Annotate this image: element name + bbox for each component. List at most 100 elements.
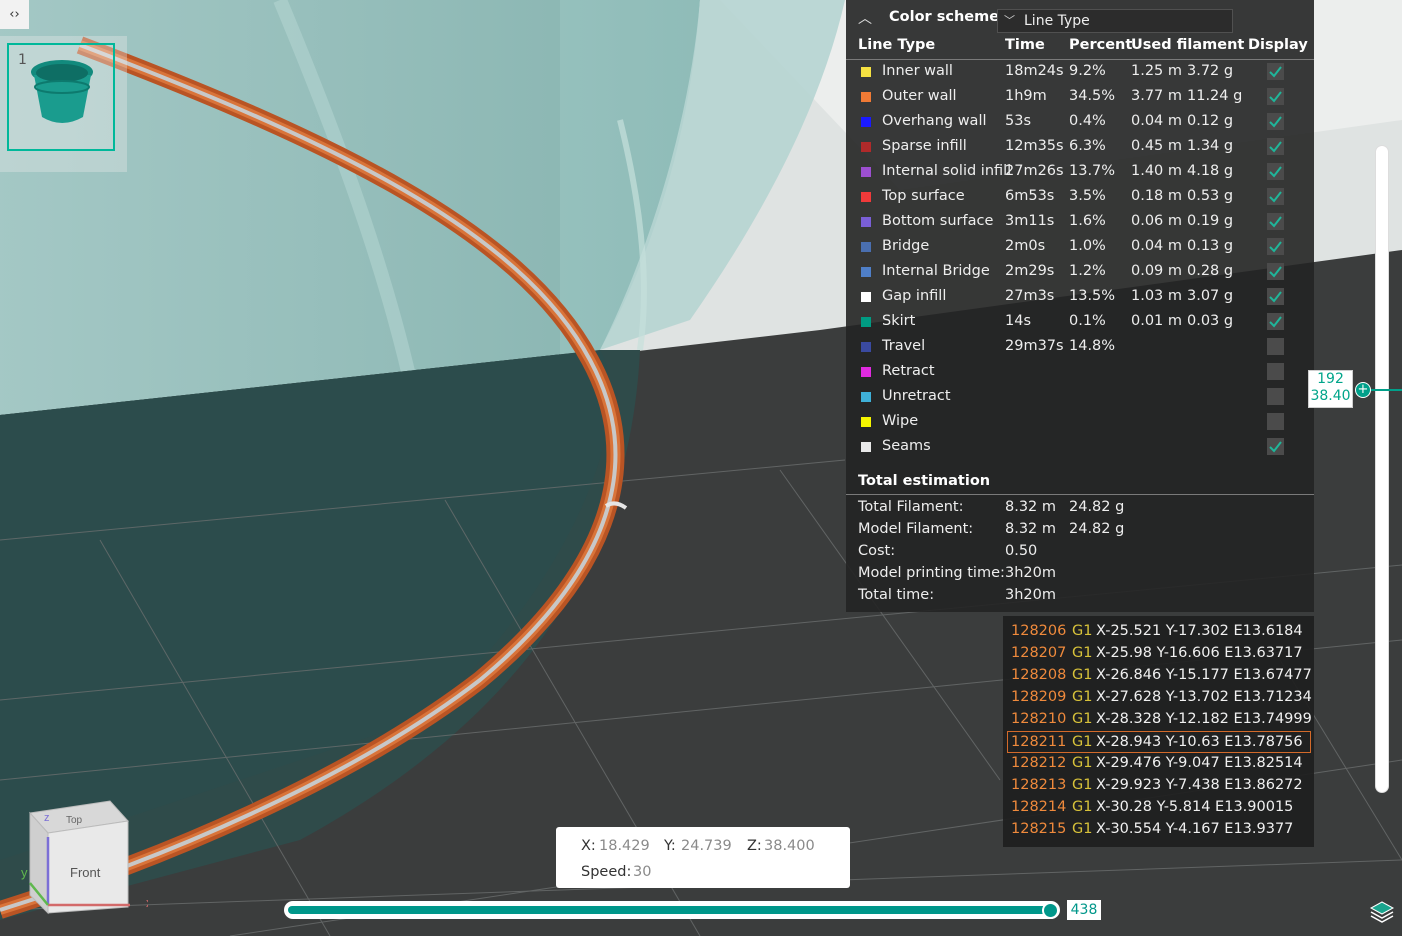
plate-thumbnail[interactable]: 1	[7, 43, 115, 151]
move-slider[interactable]	[284, 901, 1060, 919]
total-label: Model Filament:	[858, 521, 974, 537]
gcode-line[interactable]: 128209 G1 X-27.628 Y-13.702 E13.71234	[1003, 687, 1314, 709]
gcode-command: G1	[1072, 799, 1093, 815]
display-checkbox[interactable]	[1267, 288, 1284, 305]
gcode-line-number: 128214	[1011, 799, 1067, 815]
check-icon	[1269, 216, 1282, 228]
cube-top-label: Top	[66, 815, 83, 826]
view-cube[interactable]: Top Front z x y	[18, 795, 148, 920]
display-checkbox[interactable]	[1267, 163, 1284, 180]
line-type-name: Bottom surface	[882, 213, 994, 229]
display-checkbox[interactable]	[1267, 188, 1284, 205]
gcode-arguments: X-30.28 Y-5.814 E13.90015	[1096, 799, 1294, 815]
move-slider-fill	[288, 906, 1050, 914]
display-checkbox[interactable]	[1267, 113, 1284, 130]
percent-value: 1.0%	[1069, 238, 1106, 254]
line-type-name: Bridge	[882, 238, 930, 254]
layer-slider-handle[interactable]: +	[1355, 382, 1371, 398]
gcode-line[interactable]: 128214 G1 X-30.28 Y-5.814 E13.90015	[1003, 797, 1314, 819]
legend-row: Internal Bridge 2m29s 1.2% 0.09 m 0.28 g	[846, 260, 1314, 285]
color-scheme-select[interactable]: ﹀ Line Type	[997, 9, 1233, 33]
gcode-line[interactable]: 128208 G1 X-26.846 Y-15.177 E13.67477	[1003, 665, 1314, 687]
legend-row: Outer wall 1h9m 34.5% 3.77 m 11.24 g	[846, 85, 1314, 110]
color-swatch	[861, 317, 871, 327]
y-label: Y:	[664, 838, 676, 854]
collapse-toggle-icon[interactable]: ‹›	[0, 0, 29, 29]
gcode-command: G1	[1072, 645, 1093, 661]
display-checkbox[interactable]	[1267, 438, 1284, 455]
totals-divider	[846, 494, 1314, 495]
total-row: Model Filament: 8.32 m 24.82 g	[846, 521, 1314, 543]
legend-title: Color scheme	[889, 9, 1000, 25]
display-checkbox[interactable]	[1267, 338, 1284, 355]
check-icon	[1269, 441, 1282, 453]
gcode-line[interactable]: 128213 G1 X-29.923 Y-7.438 E13.86272	[1003, 775, 1314, 797]
display-checkbox[interactable]	[1267, 138, 1284, 155]
filament-meters: 1.40 m	[1131, 163, 1183, 179]
gcode-line-number: 128212	[1011, 755, 1067, 771]
display-checkbox[interactable]	[1267, 363, 1284, 380]
display-checkbox[interactable]	[1267, 63, 1284, 80]
header-time: Time	[1005, 37, 1045, 53]
time-value: 2m29s	[1005, 263, 1055, 279]
gcode-line[interactable]: 128210 G1 X-28.328 Y-12.182 E13.74999	[1003, 709, 1314, 731]
total-label: Model printing time:	[858, 565, 1005, 581]
color-swatch	[861, 192, 871, 202]
y-value: 24.739	[681, 838, 732, 854]
gcode-command: G1	[1072, 777, 1093, 793]
gcode-command: G1	[1072, 623, 1093, 639]
legend-row: Top surface 6m53s 3.5% 0.18 m 0.53 g	[846, 185, 1314, 210]
color-swatch	[861, 292, 871, 302]
filament-meters: 0.04 m	[1131, 113, 1183, 129]
gcode-command: G1	[1072, 667, 1093, 683]
header-line-type: Line Type	[858, 37, 936, 53]
chevron-down-icon: ﹀	[1004, 14, 1015, 27]
percent-value: 34.5%	[1069, 88, 1116, 104]
gcode-viewer[interactable]: 128206 G1 X-25.521 Y-17.302 E13.6184 128207…	[1003, 616, 1314, 847]
filament-grams: 11.24 g	[1187, 88, 1243, 104]
gcode-line[interactable]: 128206 G1 X-25.521 Y-17.302 E13.6184	[1003, 621, 1314, 643]
gcode-line[interactable]: 128207 G1 X-25.98 Y-16.606 E13.63717	[1003, 643, 1314, 665]
layers-icon[interactable]	[1369, 898, 1395, 924]
legend-row: Bottom surface 3m11s 1.6% 0.06 m 0.19 g	[846, 210, 1314, 235]
filament-meters: 0.01 m	[1131, 313, 1183, 329]
check-icon	[1269, 166, 1282, 178]
display-checkbox[interactable]	[1267, 313, 1284, 330]
header-used-filament: Used filament	[1131, 37, 1245, 53]
display-checkbox[interactable]	[1267, 263, 1284, 280]
legend-row: Overhang wall 53s 0.4% 0.04 m 0.12 g	[846, 110, 1314, 135]
gcode-command: G1	[1072, 689, 1093, 705]
layer-slider[interactable]	[1375, 145, 1389, 793]
collapse-chevron-icon[interactable]: ︿	[858, 8, 872, 28]
gcode-line[interactable]: 128212 G1 X-29.476 Y-9.047 E13.82514	[1003, 753, 1314, 775]
header-percent: Percent	[1069, 37, 1133, 53]
filament-grams: 0.53 g	[1187, 188, 1234, 204]
speed-label: Speed:	[581, 864, 632, 880]
time-value: 3m11s	[1005, 213, 1055, 229]
z-axis-label: z	[44, 812, 50, 824]
time-value: 12m35s	[1005, 138, 1064, 154]
plate-number: 1	[18, 52, 27, 68]
gcode-line[interactable]: 128215 G1 X-30.554 Y-4.167 E13.9377	[1003, 819, 1314, 841]
filament-meters: 3.77 m	[1131, 88, 1183, 104]
display-checkbox[interactable]	[1267, 238, 1284, 255]
gcode-arguments: X-28.328 Y-12.182 E13.74999	[1096, 711, 1312, 727]
color-swatch	[861, 217, 871, 227]
total-value: 8.32 m	[1005, 499, 1057, 515]
legend-row: Internal solid infill 27m26s 13.7% 1.40 m 4.…	[846, 160, 1314, 185]
z-label: Z:	[747, 838, 762, 854]
total-extra: 24.82 g	[1069, 499, 1125, 515]
display-checkbox[interactable]	[1267, 88, 1284, 105]
gcode-line-number: 128213	[1011, 777, 1067, 793]
gcode-arguments: X-27.628 Y-13.702 E13.71234	[1096, 689, 1312, 705]
display-checkbox[interactable]	[1267, 388, 1284, 405]
total-value: 3h20m	[1005, 565, 1056, 581]
display-checkbox[interactable]	[1267, 413, 1284, 430]
percent-value: 0.1%	[1069, 313, 1106, 329]
gcode-line[interactable]: 128211 G1 X-28.943 Y-10.63 E13.78756	[1007, 731, 1311, 753]
legend-header: ︿ Color scheme ﹀ Line Type	[846, 0, 1314, 36]
move-slider-handle[interactable]	[1042, 902, 1059, 919]
display-checkbox[interactable]	[1267, 213, 1284, 230]
legend-row: Sparse infill 12m35s 6.3% 0.45 m 1.34 g	[846, 135, 1314, 160]
total-value: 3h20m	[1005, 587, 1056, 603]
